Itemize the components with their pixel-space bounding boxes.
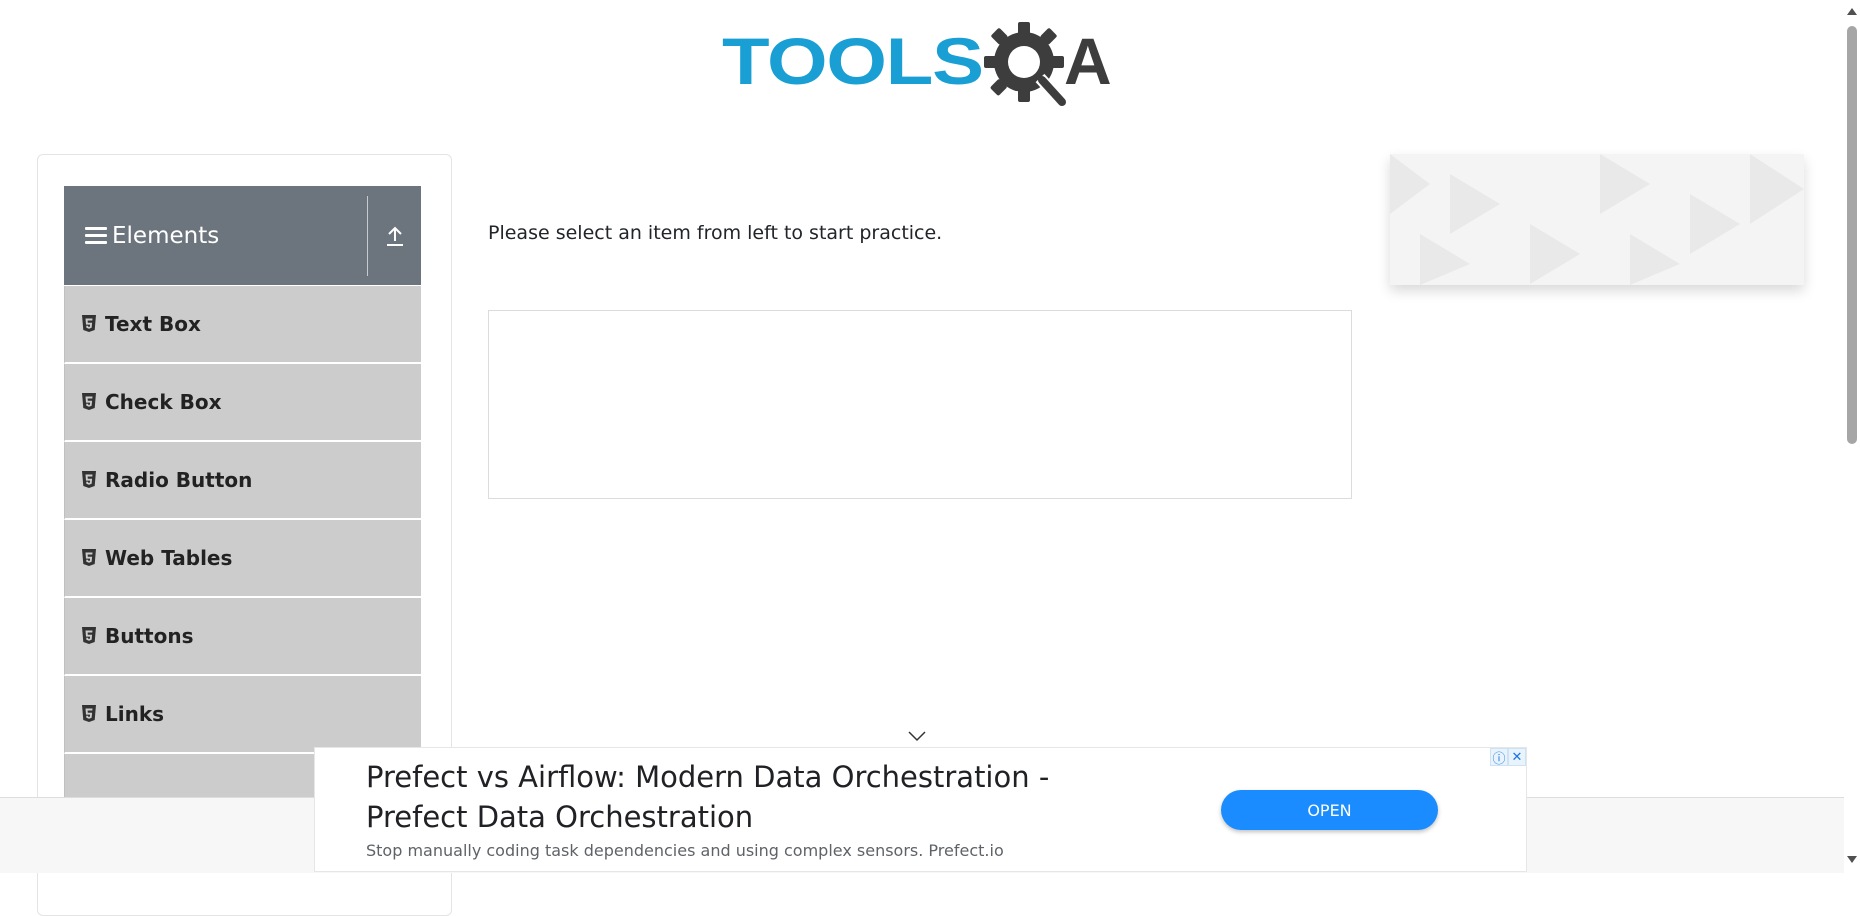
page-scrollbar[interactable] — [1844, 0, 1860, 872]
hamburger-icon — [85, 223, 107, 248]
html5-icon — [82, 393, 96, 410]
elements-group-header[interactable]: Elements — [64, 186, 421, 285]
scroll-down-arrow[interactable] — [1847, 856, 1857, 863]
menu-item-label: Web Tables — [105, 546, 233, 570]
ad-title[interactable]: Prefect vs Airflow: Modern Data Orchestr… — [366, 757, 1126, 837]
menu-item-label: Buttons — [105, 624, 194, 648]
menu-item-links[interactable]: Links — [64, 676, 421, 754]
scroll-thumb[interactable] — [1847, 26, 1857, 444]
menu-item-label: Check Box — [105, 390, 222, 414]
practice-area — [488, 310, 1352, 499]
chevron-down-icon[interactable] — [907, 730, 927, 742]
menu-item-radio-button[interactable]: Radio Button — [64, 442, 421, 520]
ad-controls: ⓘ ✕ — [1490, 748, 1526, 767]
menu-item-label: Links — [105, 702, 165, 726]
info-icon[interactable]: ⓘ — [1490, 748, 1508, 767]
upload-arrow-icon — [386, 226, 403, 246]
html5-icon — [82, 705, 96, 722]
triangle-pattern — [1390, 154, 1804, 285]
menu-item-text-box[interactable]: Text Box — [64, 286, 421, 364]
toolsqa-logo[interactable]: TOOLS A — [722, 20, 1124, 116]
ad-banner[interactable]: Prefect vs Airflow: Modern Data Orchestr… — [314, 747, 1527, 872]
logo-text: TOOLS — [722, 24, 984, 98]
logo-text-suffix: A — [1064, 24, 1112, 98]
html5-icon — [82, 471, 96, 488]
ad-open-button[interactable]: OPEN — [1221, 790, 1438, 830]
ad-description: Stop manually coding task dependencies a… — [366, 841, 1004, 860]
group-title: Elements — [112, 222, 220, 249]
menu-item-label: Radio Button — [105, 468, 253, 492]
close-icon[interactable]: ✕ — [1508, 748, 1526, 766]
scroll-up-arrow[interactable] — [1847, 8, 1857, 15]
menu-item-web-tables[interactable]: Web Tables — [64, 520, 421, 598]
html5-icon — [82, 315, 96, 332]
right-ad-placeholder[interactable] — [1390, 154, 1804, 285]
menu-item-buttons[interactable]: Buttons — [64, 598, 421, 676]
menu-item-label: Text Box — [105, 312, 201, 336]
html5-icon — [82, 549, 96, 566]
collapse-button[interactable] — [367, 195, 421, 276]
menu-item-check-box[interactable]: Check Box — [64, 364, 421, 442]
intro-text: Please select an item from left to start… — [488, 222, 943, 244]
html5-icon — [82, 627, 96, 644]
